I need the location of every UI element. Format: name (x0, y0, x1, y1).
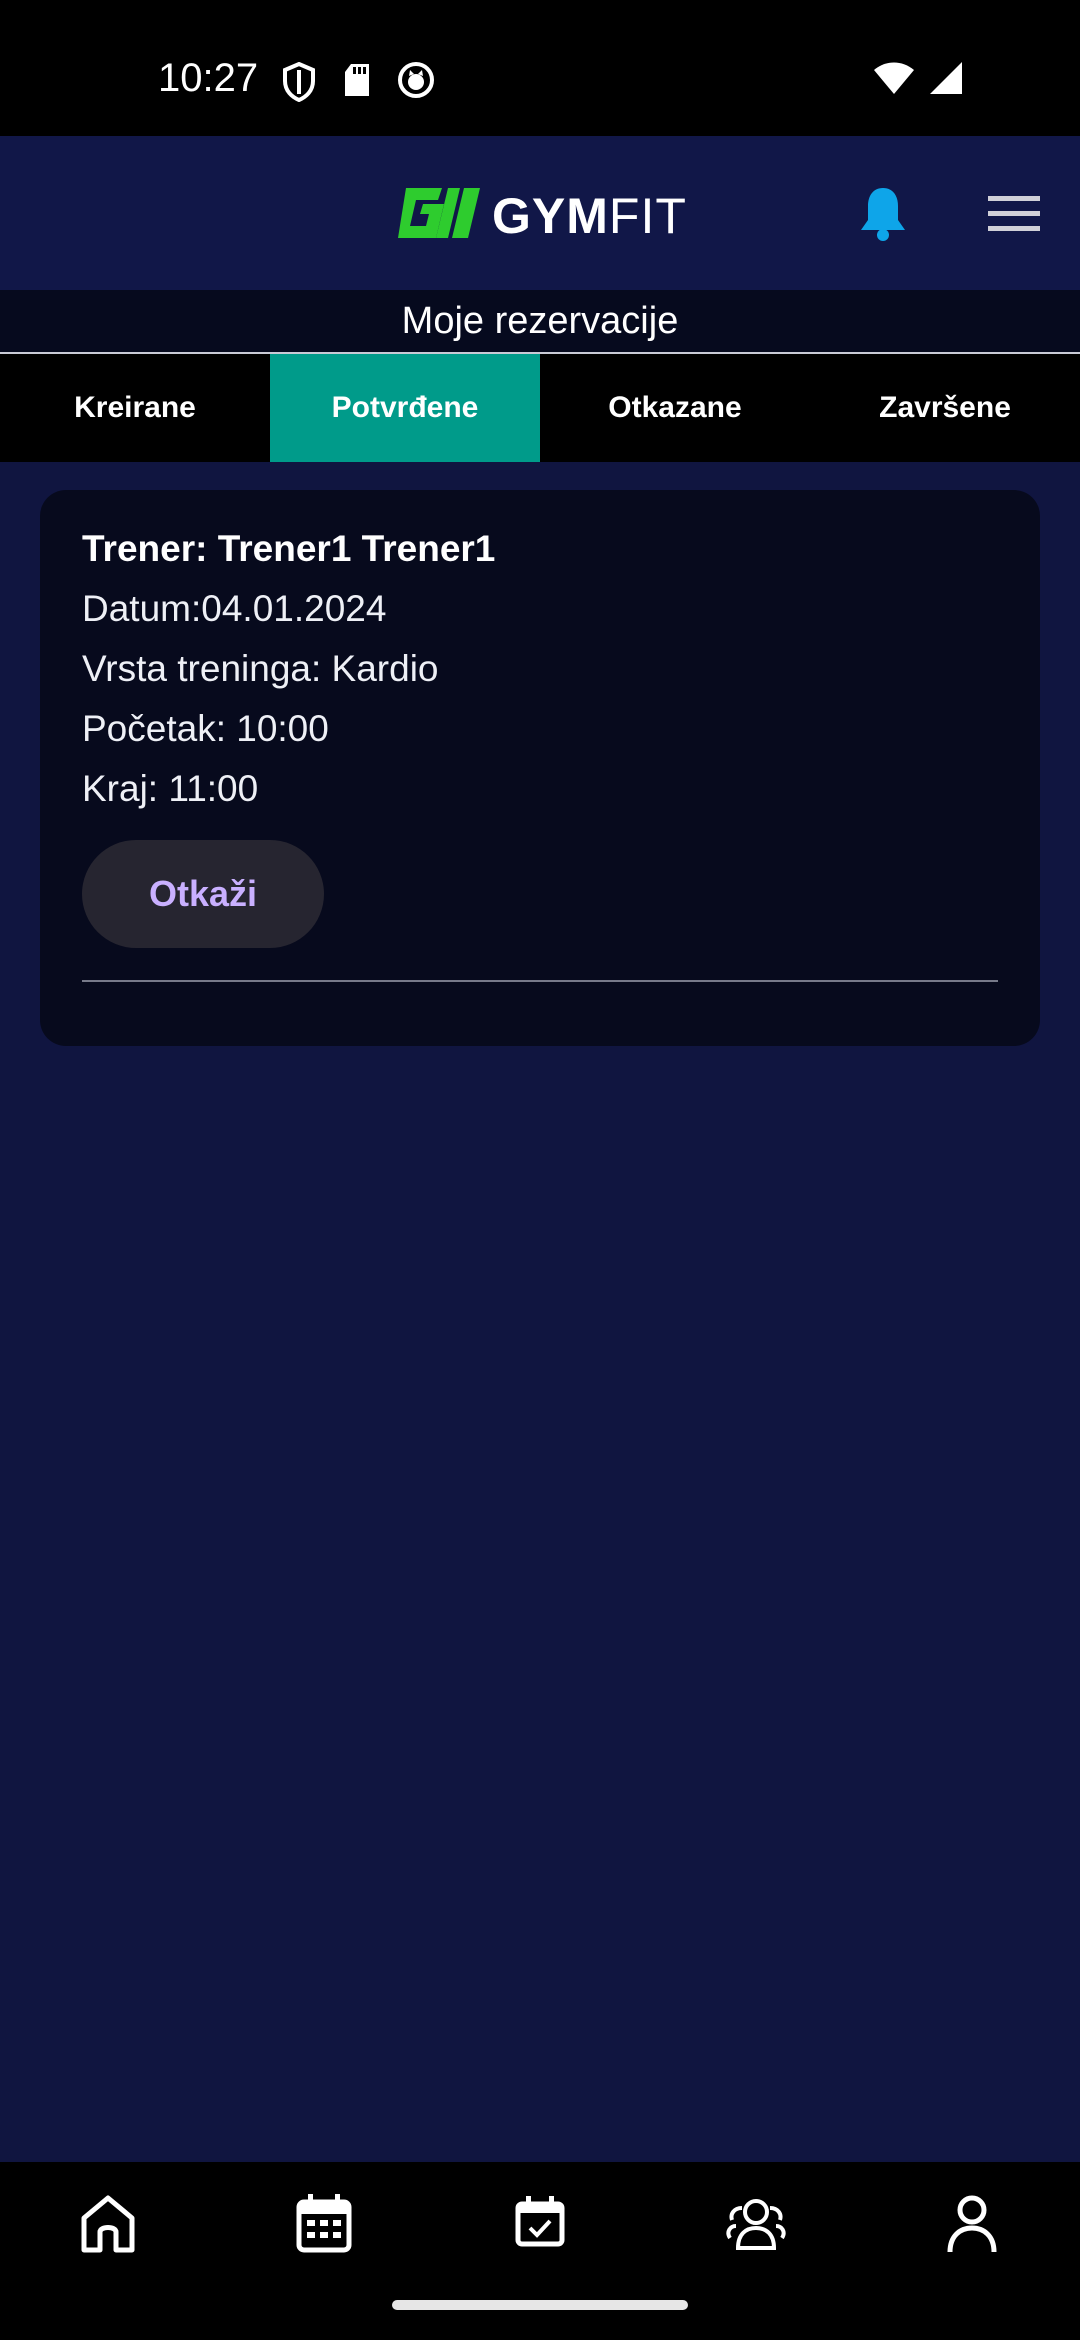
tab-zavrsene[interactable]: Završene (810, 354, 1080, 462)
card-divider (82, 980, 998, 982)
cat-icon (398, 62, 434, 107)
sd-card-icon (342, 62, 372, 107)
bottom-nav (0, 2162, 1080, 2340)
page-title: Moje rezervacije (0, 290, 1080, 354)
gymfit-logo: GYMFIT (392, 184, 687, 247)
notifications-bell-icon[interactable] (856, 184, 910, 247)
signal-icon (928, 60, 964, 101)
group-icon[interactable] (724, 2192, 788, 2261)
reservation-type: Vrsta treninga: Kardio (82, 648, 439, 689)
reservation-end: Kraj: 11:00 (82, 768, 259, 809)
calendar-icon[interactable] (294, 2192, 354, 2261)
reservation-date: Datum:04.01.2024 (82, 588, 387, 629)
reservation-start: Početak: 10:00 (82, 708, 329, 749)
logo-text: GYMFIT (492, 187, 687, 245)
status-icons-left (282, 61, 434, 107)
reservation-card: Trener: Trener1 Trener1 Datum:04.01.2024… (40, 490, 1040, 1046)
profile-icon[interactable] (942, 2192, 1002, 2261)
status-bar: 10:27 (0, 0, 1080, 136)
status-icons-right (872, 60, 964, 101)
logo-text-fit: FIT (608, 187, 687, 244)
wifi-icon (872, 60, 916, 101)
status-time: 10:27 (158, 56, 259, 100)
home-icon[interactable] (78, 2192, 138, 2261)
tab-kreirane[interactable]: Kreirane (0, 354, 270, 462)
logo-text-gym: GYM (492, 187, 609, 244)
logo-mark-icon (392, 184, 484, 247)
menu-icon[interactable] (988, 194, 1040, 239)
cancel-reservation-button[interactable]: Otkaži (82, 840, 324, 948)
tab-potvrdene[interactable]: Potvrđene (270, 354, 540, 462)
home-indicator[interactable] (392, 2300, 688, 2310)
shield-icon (282, 61, 316, 107)
tab-otkazane[interactable]: Otkazane (540, 354, 810, 462)
calendar-check-icon[interactable] (510, 2192, 570, 2261)
reservation-tabs: Kreirane Potvrđene Otkazane Završene (0, 354, 1080, 462)
reservation-trainer: Trener: Trener1 Trener1 (82, 528, 496, 569)
